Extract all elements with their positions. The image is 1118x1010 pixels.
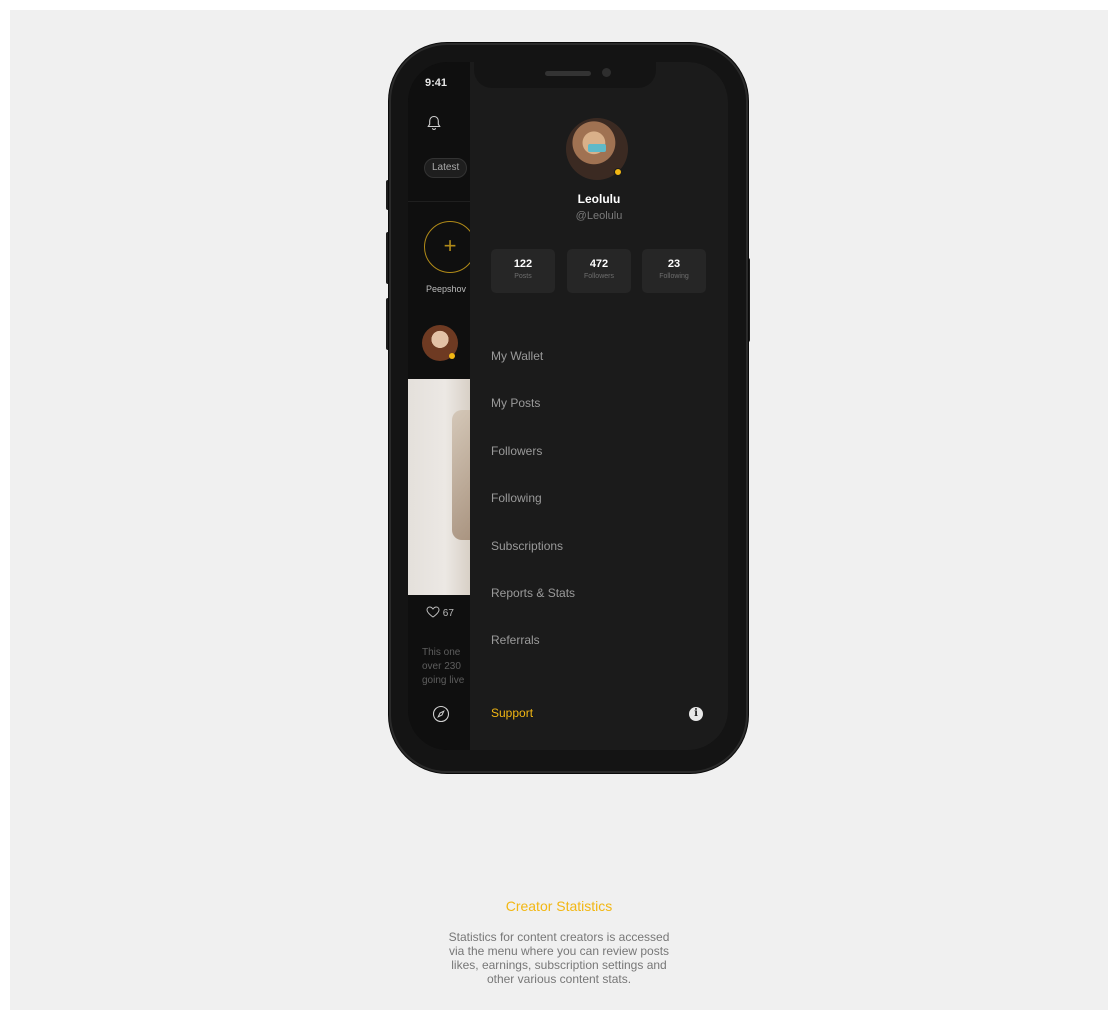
stat-followers-value: 472 [589, 258, 609, 270]
bell-icon[interactable] [427, 115, 441, 131]
stat-followers-label: Followers [584, 273, 614, 280]
stat-posts-value: 122 [513, 258, 533, 270]
support-link[interactable]: Support [491, 706, 533, 720]
section-title: Creator Statistics [505, 898, 613, 914]
compass-icon[interactable] [432, 705, 450, 723]
avatar-detail [588, 144, 606, 152]
post-caption: This one over 230 going live [422, 646, 470, 688]
description-line: likes, earnings, subscription settings a… [451, 958, 667, 972]
menu-item-referrals[interactable]: Referrals [491, 633, 540, 647]
description-line: Statistics for content creators is acces… [448, 930, 670, 944]
menu-item-followers[interactable]: Followers [491, 444, 542, 458]
menu-item-my-wallet[interactable]: My Wallet [491, 349, 543, 363]
stat-posts-label: Posts [514, 273, 532, 280]
feed-panel: 9:41 Latest + Peepshov 67 This one over … [408, 62, 476, 750]
stat-posts[interactable]: 122 Posts [491, 249, 555, 293]
status-time: 9:41 [425, 77, 448, 89]
description-line: other various content stats. [486, 972, 632, 986]
heart-icon [426, 606, 440, 618]
stat-following-value: 23 [667, 258, 681, 270]
story-label: Peepshov [426, 284, 467, 294]
profile-handle: @Leolulu [575, 210, 623, 222]
phone-screen: 9:41 Latest + Peepshov 67 This one over … [408, 62, 728, 750]
online-indicator [449, 353, 455, 359]
tab-latest[interactable]: Latest [424, 158, 468, 178]
menu-item-my-posts[interactable]: My Posts [491, 396, 540, 410]
like-count: 67 [442, 608, 454, 619]
side-menu: Leolulu @Leolulu 122 Posts 472 Followers… [470, 62, 728, 750]
caption-line: This one [422, 647, 461, 658]
description-line: via the menu where you can review posts [448, 944, 670, 958]
caption-line: over 230 [422, 661, 461, 672]
menu-item-following[interactable]: Following [491, 491, 542, 505]
add-story-button[interactable]: + [424, 221, 476, 273]
caption-line: going live [422, 675, 465, 686]
profile-online-indicator [614, 168, 622, 176]
info-icon[interactable]: i [689, 707, 703, 721]
like-button[interactable]: 67 [426, 606, 454, 619]
post-image-detail [452, 410, 472, 540]
phone-camera [602, 68, 611, 77]
profile-name: Leolulu [577, 192, 621, 206]
menu-item-subscriptions[interactable]: Subscriptions [491, 539, 563, 553]
stat-following-label: Following [659, 273, 689, 280]
stat-following[interactable]: 23 Following [642, 249, 706, 293]
stat-followers[interactable]: 472 Followers [567, 249, 631, 293]
menu-item-reports-stats[interactable]: Reports & Stats [491, 586, 575, 600]
phone-speaker [545, 71, 591, 76]
feed-divider [408, 201, 470, 202]
section-description: Statistics for content creators is acces… [0, 930, 1118, 986]
plus-icon: + [443, 233, 457, 258]
